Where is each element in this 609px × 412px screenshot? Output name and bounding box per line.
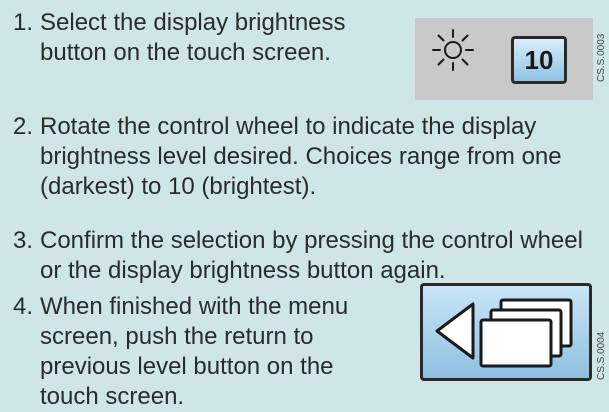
step-4: 4. When finished with the menu screen, p… — [13, 292, 393, 412]
step-text: Rotate the control wheel to indicate the… — [40, 113, 562, 200]
step-3: 3. Confirm the selection by pressing the… — [13, 226, 603, 286]
return-figure — [420, 283, 592, 381]
sun-icon — [432, 29, 474, 71]
figure-code: CS.S.0004 — [596, 331, 607, 380]
step-text: When finished with the menu screen, push… — [40, 293, 349, 410]
return-to-previous-level-button[interactable] — [420, 283, 592, 381]
figure-code: CS.S.0003 — [596, 33, 607, 82]
step-2: 2. Rotate the control wheel to indicate … — [13, 112, 603, 202]
step-number: 3. — [13, 227, 34, 254]
step-number: 1. — [13, 9, 34, 36]
step-1: 1. Select the display brightness button … — [13, 8, 403, 68]
step-number: 4. — [13, 293, 34, 320]
display-brightness-button[interactable]: 10 — [511, 36, 567, 84]
step-text: Select the display brightness button on … — [40, 9, 346, 66]
step-text: Confirm the selection by pressing the co… — [40, 227, 583, 284]
return-to-previous-level-icon — [435, 298, 573, 368]
brightness-figure: 10 — [415, 18, 593, 100]
step-number: 2. — [13, 113, 34, 140]
